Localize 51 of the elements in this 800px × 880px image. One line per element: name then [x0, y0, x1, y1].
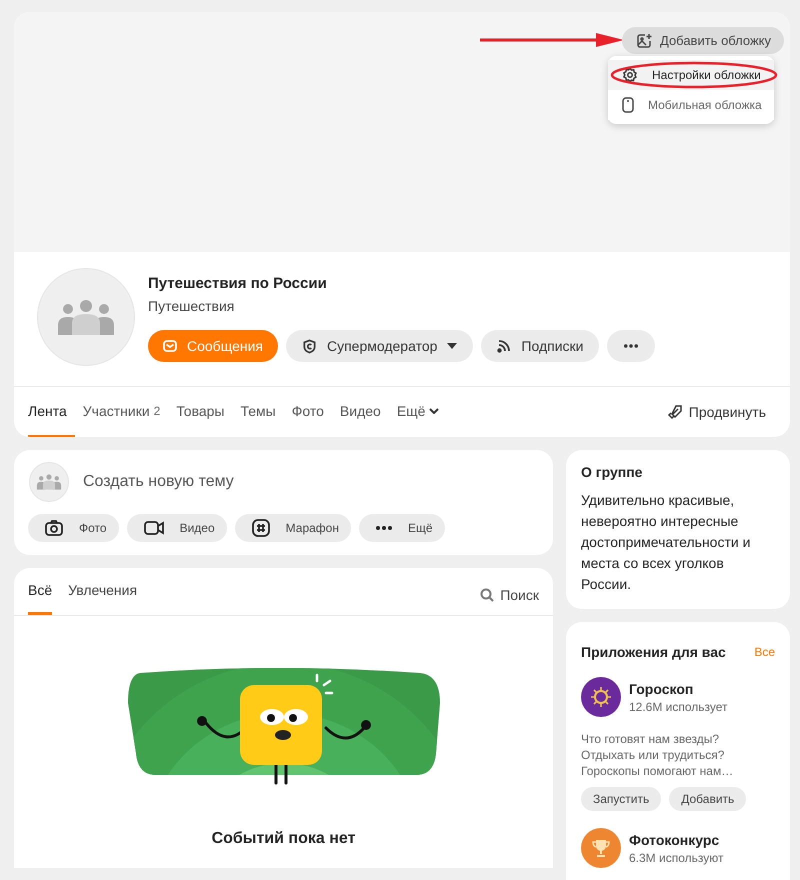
app-users: 6.3M используют [629, 850, 724, 864]
video-camera-icon [144, 521, 164, 535]
tab[interactable]: Участники 2 [74, 387, 168, 437]
app-name: Фотоконкурс [629, 832, 720, 848]
search-icon [480, 588, 494, 602]
app-action-button[interactable]: Добавить [669, 787, 746, 811]
phone-icon [622, 97, 634, 113]
sun-icon [590, 686, 612, 708]
search-button[interactable]: Поиск [480, 574, 539, 615]
group-icon [36, 474, 62, 490]
post-action-button[interactable]: Ещё [358, 514, 445, 542]
apps-title: Приложения для вас [581, 644, 726, 660]
rss-icon [497, 339, 512, 353]
trophy-icon [591, 838, 611, 858]
tab[interactable]: Темы [232, 387, 284, 437]
more-icon [624, 344, 638, 348]
tab[interactable]: Товары [168, 387, 232, 437]
feed-tab[interactable]: Увлечения [68, 568, 138, 615]
post-action-button[interactable]: Видео [126, 514, 227, 542]
hashtag-icon [252, 519, 270, 537]
about-title: О группе [581, 464, 644, 480]
app-action-button[interactable]: Запустить [581, 787, 662, 811]
empty-feed-message: Событий пока нет [210, 830, 356, 848]
image-add-icon [636, 32, 652, 48]
app-logo[interactable] [581, 677, 621, 717]
gear-icon [622, 67, 638, 83]
more-icon [376, 526, 392, 530]
app-name: Гороскоп [629, 680, 694, 696]
add-cover-button[interactable]: Добавить обложку [622, 27, 784, 54]
post-action-button[interactable]: Фото [28, 514, 119, 542]
feed-tab[interactable]: Всё [28, 568, 52, 615]
promote-button[interactable]: Продвинуть [656, 387, 776, 437]
role-dropdown[interactable]: Супермодератор [286, 330, 474, 362]
new-topic-field[interactable]: Создать новую тему [81, 472, 539, 492]
caret-icon [447, 343, 458, 349]
about-text: Удивительно красивые, невероятно интересные достопримечательности и места со всех уголков России. [581, 491, 752, 594]
app-description: Что готовят нам звезды? Отдыхать или трудиться? Гороскопы помогают нам… [581, 731, 734, 779]
camera-icon [45, 520, 63, 536]
tab[interactable]: Ещё [388, 387, 448, 437]
group-category: Путешествия [148, 298, 236, 314]
group-icon [56, 299, 116, 335]
tab[interactable]: Фото [284, 387, 332, 437]
menu-item[interactable]: Мобильная обложка [608, 90, 774, 120]
subscriptions-button[interactable]: Подписки [481, 330, 600, 362]
envelope-icon [163, 340, 177, 352]
app-users: 12.6M использует [629, 700, 728, 714]
tab[interactable]: Видео [332, 387, 389, 437]
group-name: Путешествия по России [148, 275, 328, 292]
tab[interactable]: Лента [28, 387, 75, 437]
post-action-button[interactable]: Марафон [234, 514, 351, 542]
more-button[interactable] [607, 330, 656, 362]
